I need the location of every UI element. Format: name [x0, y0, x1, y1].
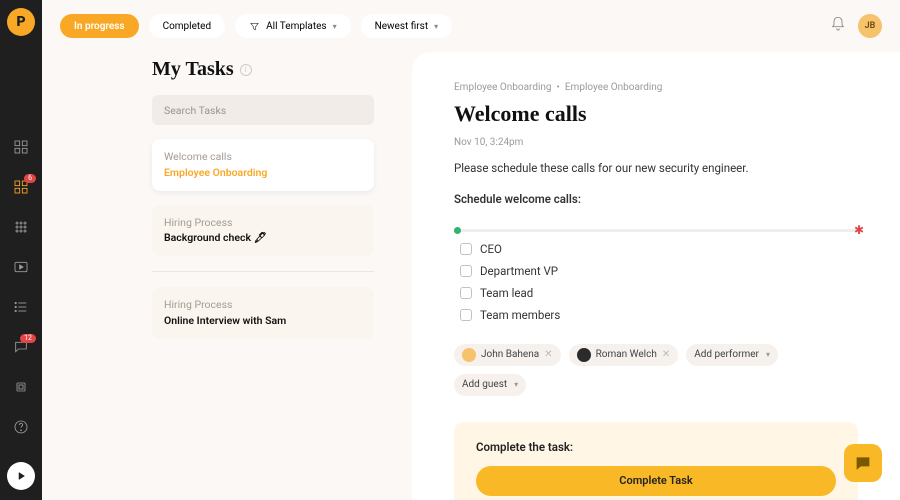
page-title: My Tasks: [152, 58, 234, 81]
info-icon[interactable]: i: [240, 64, 252, 76]
check-item[interactable]: Department VP: [460, 264, 858, 278]
grid-icon[interactable]: [12, 218, 30, 236]
breadcrumb: Employee Onboarding • Employee Onboardin…: [454, 82, 858, 93]
filter-in-progress[interactable]: In progress: [60, 14, 139, 38]
task-card[interactable]: Hiring Process Background check 🖋: [152, 205, 374, 257]
cpu-icon[interactable]: [12, 378, 30, 396]
chat-icon[interactable]: 12: [12, 338, 30, 356]
content: My Tasks i Search Tasks Welcome calls Emp…: [42, 52, 900, 500]
task-title: Welcome calls: [454, 101, 858, 127]
tasks-icon[interactable]: 6: [12, 178, 30, 196]
help-icon[interactable]: [12, 418, 30, 436]
check-item[interactable]: CEO: [460, 242, 858, 256]
add-guest-button[interactable]: Add guest▾: [454, 374, 526, 396]
task-card[interactable]: Welcome calls Employee Onboarding: [152, 139, 374, 191]
progress-dot: [454, 227, 461, 234]
check-item[interactable]: Team members: [460, 308, 858, 322]
play-icon[interactable]: [7, 462, 35, 490]
dashboard-icon[interactable]: [12, 138, 30, 156]
complete-box: Complete the task: Complete Task: [454, 422, 858, 500]
list-icon[interactable]: [12, 298, 30, 316]
chevron-down-icon: ▾: [514, 380, 518, 389]
complete-label: Complete the task:: [476, 440, 836, 454]
help-fab[interactable]: [844, 444, 882, 482]
chat-badge: 12: [20, 334, 36, 343]
topbar: In progress Completed All Templates▾ New…: [42, 0, 900, 52]
task-card[interactable]: Hiring Process Online Interview with Sam: [152, 287, 374, 339]
close-icon[interactable]: ✕: [662, 349, 670, 360]
main-area: In progress Completed All Templates▾ New…: [42, 0, 900, 500]
task-list: My Tasks i Search Tasks Welcome calls Emp…: [152, 52, 374, 500]
divider: [152, 271, 374, 272]
complete-task-button[interactable]: Complete Task: [476, 466, 836, 496]
nav-rail: P 6 12: [0, 0, 42, 500]
performer-chip[interactable]: Roman Welch✕: [569, 344, 679, 366]
checkbox-icon[interactable]: [460, 265, 472, 277]
checkbox-icon[interactable]: [460, 287, 472, 299]
user-avatar[interactable]: JB: [858, 14, 882, 38]
performer-chip[interactable]: John Bahena✕: [454, 344, 561, 366]
checkbox-icon[interactable]: [460, 243, 472, 255]
chevron-down-icon: ▾: [333, 22, 337, 31]
check-item[interactable]: Team lead: [460, 286, 858, 300]
task-body: Please schedule these calls for our new …: [454, 160, 858, 209]
avatar-icon: [462, 348, 476, 362]
search-input[interactable]: Search Tasks: [152, 95, 374, 125]
filter-icon: [249, 21, 260, 32]
add-performer-button[interactable]: Add performer▾: [686, 344, 778, 366]
checkbox-icon[interactable]: [460, 309, 472, 321]
task-date: Nov 10, 3:24pm: [454, 137, 858, 148]
chevron-down-icon: ▾: [766, 350, 770, 359]
close-icon[interactable]: ✕: [544, 349, 552, 360]
performer-chips: John Bahena✕ Roman Welch✕ Add performer▾…: [454, 344, 858, 396]
avatar-icon: [577, 348, 591, 362]
brand-logo[interactable]: P: [7, 8, 35, 36]
filter-templates[interactable]: All Templates▾: [235, 14, 350, 38]
media-icon[interactable]: [12, 258, 30, 276]
chevron-down-icon: ▾: [434, 22, 438, 31]
detail-panel: Employee Onboarding • Employee Onboardin…: [412, 52, 900, 500]
filter-completed[interactable]: Completed: [149, 14, 226, 38]
tasks-badge: 6: [24, 174, 36, 183]
progress-bar: ✱: [454, 229, 858, 232]
filter-newest[interactable]: Newest first▾: [361, 14, 453, 38]
checklist: CEO Department VP Team lead Team members: [460, 242, 858, 322]
required-star-icon: ✱: [854, 223, 864, 237]
bell-icon[interactable]: [830, 16, 846, 36]
